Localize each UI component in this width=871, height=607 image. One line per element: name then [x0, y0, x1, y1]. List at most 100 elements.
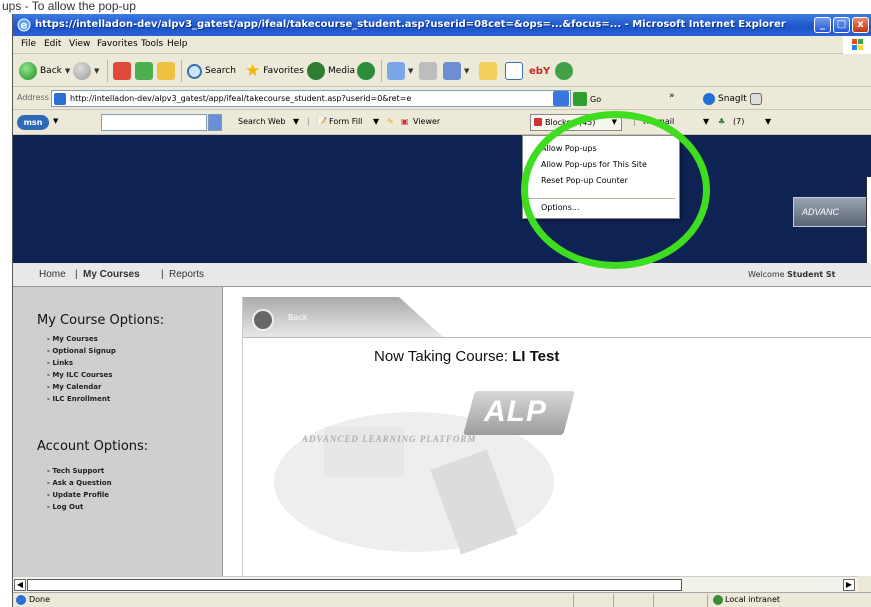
advanced-learning-button[interactable]: ADVANC — [793, 197, 871, 227]
chevron-down-icon[interactable]: ▼ — [703, 117, 709, 126]
sidebar-link-log-out[interactable]: Log Out — [47, 501, 112, 513]
toolbar-overflow-icon[interactable]: » — [669, 91, 675, 101]
toolbar-separator: | — [633, 117, 636, 126]
messenger-count[interactable]: (7) — [733, 117, 744, 126]
snagit-button[interactable]: SnagIt — [703, 89, 762, 109]
sidebar-link-my-ilc-courses[interactable]: My ILC Courses — [47, 369, 116, 381]
alp-logo-subtitle: ADVANCED LEARNING PLATFORM — [302, 434, 477, 444]
scrollbar-thumb[interactable] — [27, 579, 682, 591]
forward-button[interactable]: ▼ — [73, 61, 99, 81]
sidebar-link-links[interactable]: Links — [47, 357, 116, 369]
sidebar-link-my-calendar[interactable]: My Calendar — [47, 381, 116, 393]
nav-separator: | — [161, 269, 164, 280]
nav-home[interactable]: Home — [39, 269, 66, 280]
menu-item-reset-counter[interactable]: Reset Pop-up Counter — [541, 176, 628, 185]
page-status-icon — [16, 595, 26, 605]
menu-favorites[interactable]: Favorites — [97, 39, 138, 49]
chevron-down-icon: ▼ — [64, 67, 71, 75]
menu-item-allow-popups-site[interactable]: Allow Pop-ups for This Site — [541, 160, 647, 169]
chevron-down-icon[interactable]: ▼ — [293, 117, 299, 126]
folder-button[interactable] — [479, 61, 497, 81]
home-button[interactable] — [157, 61, 175, 81]
status-divider — [613, 594, 614, 607]
ebay-button[interactable]: ebY — [529, 61, 550, 81]
address-label: Address — [17, 93, 49, 102]
mail-button[interactable]: ▼ — [387, 61, 413, 81]
sidebar-link-ilc-enrollment[interactable]: ILC Enrollment — [47, 393, 116, 405]
msn-logo[interactable]: msn — [17, 115, 49, 130]
popup-blocked-button[interactable]: Blocked (45) ▼ — [530, 114, 622, 131]
home-icon — [157, 62, 175, 80]
refresh-icon — [135, 62, 153, 80]
scroll-right-arrow-icon[interactable]: ▶ — [843, 579, 855, 591]
menu-bar: File Edit View Favorites Tools Help — [13, 36, 871, 54]
address-bar: Address http://intelladon-dev/alpv3_gate… — [13, 88, 871, 110]
snagit-capture-icon — [749, 93, 762, 105]
folder-icon — [479, 62, 497, 80]
research-button[interactable] — [505, 61, 523, 81]
stop-button[interactable] — [113, 61, 131, 81]
back-circle-icon — [252, 309, 274, 331]
address-dropdown-button[interactable] — [553, 91, 569, 106]
sidebar-link-update-profile[interactable]: Update Profile — [47, 489, 112, 501]
sidebar-link-ask-question[interactable]: Ask a Question — [47, 477, 111, 489]
menu-edit[interactable]: Edit — [44, 39, 61, 49]
chevron-down-icon[interactable]: ▼ — [373, 117, 379, 126]
horizontal-scrollbar[interactable]: ◀ ▶ — [13, 576, 858, 592]
messenger-button[interactable] — [555, 61, 573, 81]
status-text: Done — [29, 595, 51, 604]
toolbar-separator — [181, 60, 182, 82]
sidebar-link-tech-support[interactable]: Tech Support — [47, 465, 112, 477]
sidebar-link-my-courses[interactable]: My Courses — [47, 333, 116, 345]
menu-view[interactable]: View — [69, 39, 90, 49]
close-button[interactable]: x — [852, 17, 869, 33]
print-button[interactable] — [419, 61, 437, 81]
history-button[interactable] — [357, 61, 375, 81]
msn-search-input[interactable] — [101, 114, 207, 131]
back-tab[interactable]: Back — [243, 297, 443, 337]
go-button[interactable]: Go — [573, 91, 601, 107]
nav-reports[interactable]: Reports — [169, 269, 204, 280]
sidebar-link-optional-signup[interactable]: Optional Signup — [47, 345, 116, 357]
maximize-button[interactable]: □ — [833, 17, 850, 33]
hotmail-button[interactable]: Hotmail — [643, 117, 674, 126]
chevron-down-icon[interactable]: ▼ — [765, 117, 771, 126]
alp-logo-text: ALP — [484, 395, 547, 428]
chevron-down-icon[interactable]: ▼ — [53, 117, 58, 125]
menu-help[interactable]: Help — [167, 39, 188, 49]
nav-my-courses[interactable]: My Courses — [83, 269, 140, 280]
svg-text:e: e — [21, 21, 28, 32]
address-input[interactable]: http://intelladon-dev/alpv3_gatest/app/i… — [51, 90, 571, 107]
window-title: https://intelladon-dev/alpv3_gatest/app/… — [35, 19, 786, 30]
chevron-down-icon: ▼ — [464, 67, 470, 75]
messenger-icon — [555, 62, 573, 80]
edit-button[interactable]: ▼ — [443, 61, 469, 81]
chevron-down-icon: ▼ — [611, 118, 617, 126]
page-content: ADVANC Home | My Courses | Reports Welco… — [13, 135, 871, 576]
toolbar-separator: | — [307, 117, 310, 126]
security-zone: Local intranet — [725, 595, 781, 604]
viewer-button[interactable]: Viewer — [413, 117, 440, 126]
scroll-left-arrow-icon[interactable]: ◀ — [14, 579, 26, 591]
minimize-button[interactable]: _ — [814, 17, 831, 33]
menu-item-allow-popups[interactable]: Allow Pop-ups — [541, 144, 597, 153]
toolbar-separator — [107, 60, 108, 82]
media-button[interactable]: Media — [307, 61, 355, 81]
star-icon: ★ — [245, 61, 261, 81]
back-arrow-icon — [19, 62, 37, 80]
search-web-button[interactable]: Search Web — [238, 117, 285, 126]
messenger-buddy-icon: ♣ — [718, 117, 726, 126]
status-divider — [653, 594, 654, 607]
history-icon — [357, 62, 375, 80]
form-fill-button[interactable]: Form Fill — [329, 117, 362, 126]
menu-item-options[interactable]: Options... — [541, 203, 580, 212]
msn-search-dropdown[interactable] — [208, 114, 222, 131]
search-button[interactable]: Search — [187, 61, 236, 81]
menu-tools[interactable]: Tools — [141, 39, 163, 49]
refresh-button[interactable] — [135, 61, 153, 81]
back-button[interactable]: Back ▼ — [19, 61, 70, 81]
msn-toolbar: msn ▼ Search Web ▼ | 📝 Form Fill ▼ ✎ ▣ V… — [13, 111, 871, 135]
favorites-button[interactable]: ★ Favorites — [245, 61, 304, 81]
menu-file[interactable]: File — [21, 39, 36, 49]
main-panel: Back Now Taking Course: LI Test ALP ADVA… — [224, 287, 871, 576]
